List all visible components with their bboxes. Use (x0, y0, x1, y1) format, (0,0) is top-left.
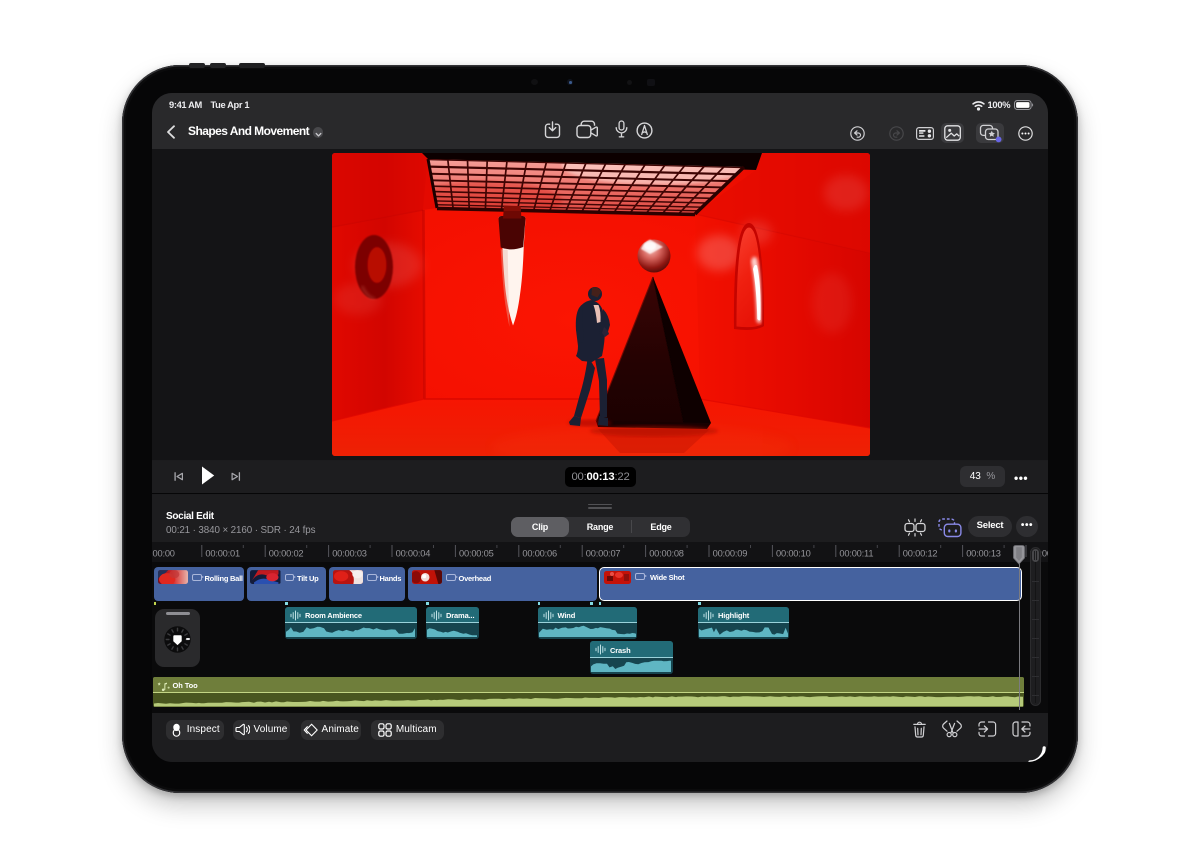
svg-text:00:00:07: 00:00:07 (586, 548, 621, 558)
svg-text:00:00:13: 00:00:13 (966, 548, 1001, 558)
svg-text:00:00:04: 00:00:04 (396, 548, 431, 558)
svg-text:00:00:05: 00:00:05 (459, 548, 494, 558)
svg-text:00:00:06: 00:00:06 (522, 548, 557, 558)
svg-text:00:00:01: 00:00:01 (205, 548, 240, 558)
svg-text:00:00: 00:00 (153, 548, 175, 558)
svg-text:00:00:11: 00:00:11 (839, 548, 873, 558)
svg-text:00:00:09: 00:00:09 (713, 548, 748, 558)
svg-text:00:00:12: 00:00:12 (903, 548, 938, 558)
svg-text:00:00:02: 00:00:02 (269, 548, 304, 558)
svg-text:00:00:03: 00:00:03 (332, 548, 367, 558)
svg-text:00:00:08: 00:00:08 (649, 548, 684, 558)
svg-text:00:00:10: 00:00:10 (776, 548, 811, 558)
